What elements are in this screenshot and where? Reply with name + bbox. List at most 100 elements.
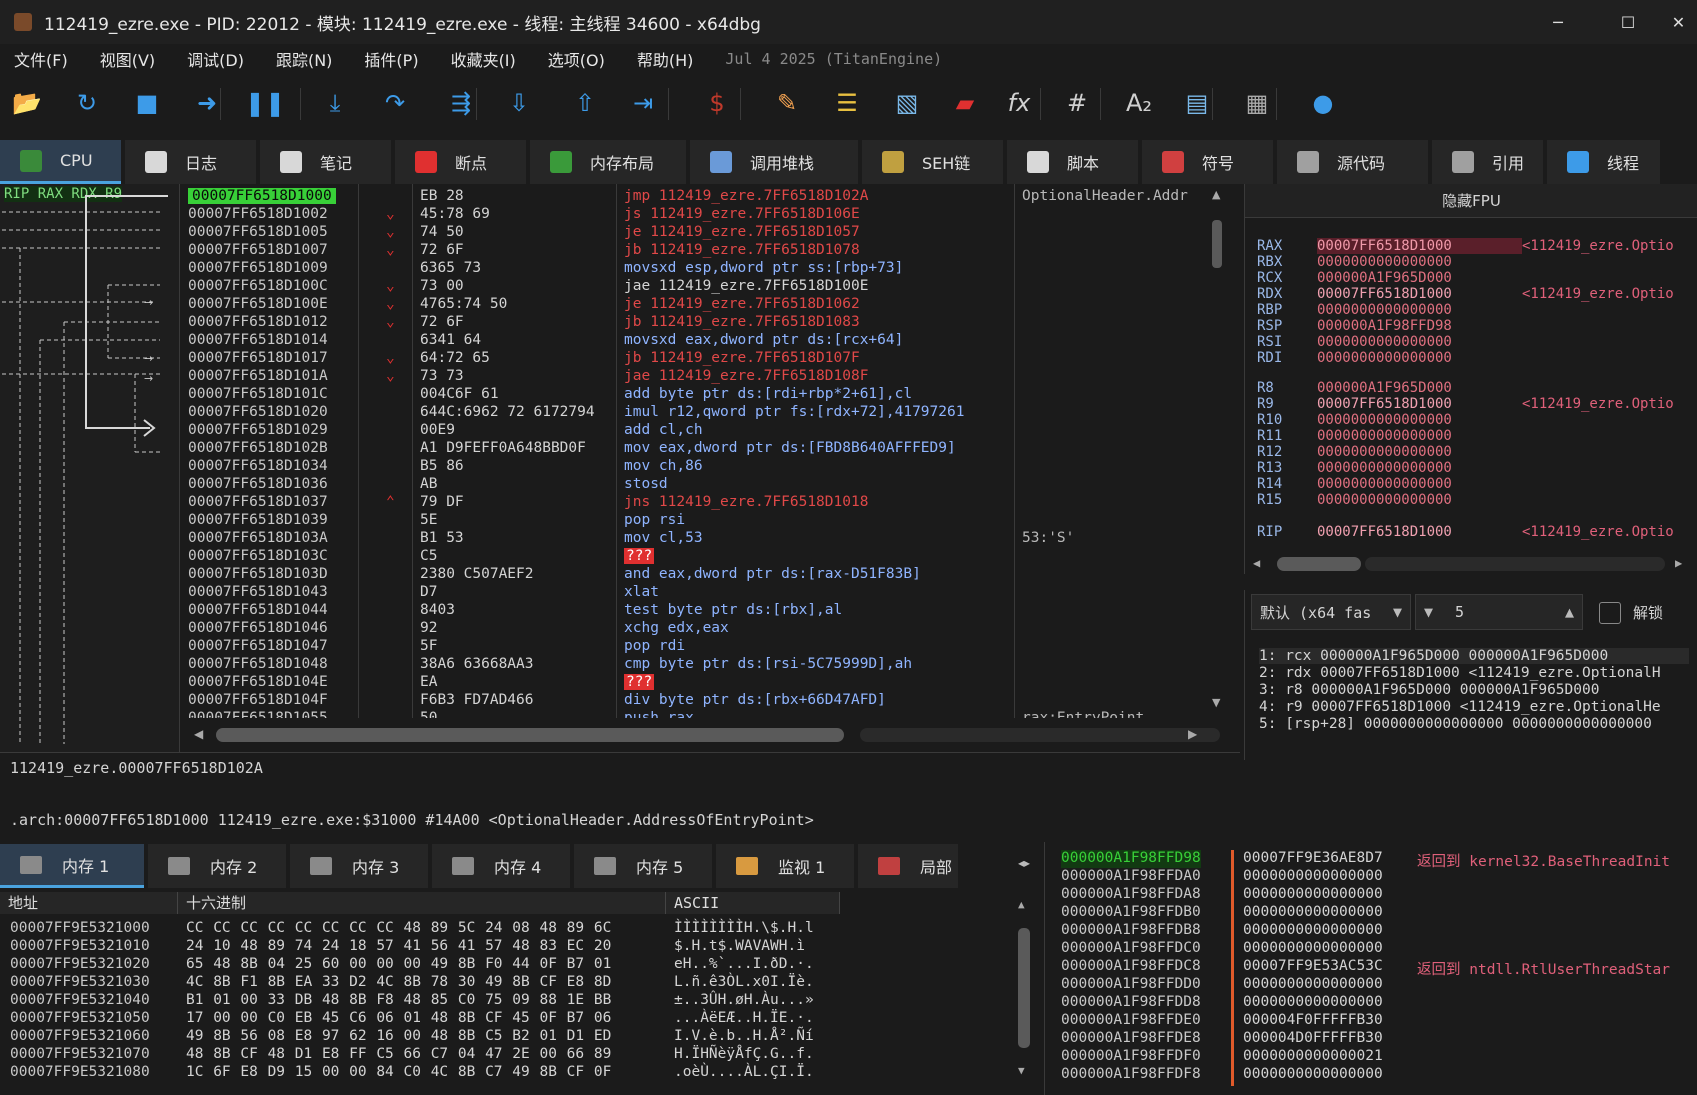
menu-item-2[interactable]: 调试(D) xyxy=(187,47,244,71)
pause-icon[interactable]: ❚❚ xyxy=(245,86,285,120)
stack-value[interactable]: 0000000000000000 xyxy=(1243,904,1383,922)
tab-script[interactable]: 脚本 xyxy=(1007,140,1138,184)
tab-seh[interactable]: SEH链 xyxy=(862,140,1003,184)
disasm-row[interactable]: 00007FF6518D1017 ⌄ 64:72 65 jb 112419_ezre.… xyxy=(180,350,1220,368)
disasm-row[interactable]: 00007FF6518D1009 6365 73 movsxd esp,dword … xyxy=(180,260,1220,278)
dump-hex-bytes[interactable]: B1 01 00 33 DB 48 8B F8 48 85 C0 75 09 8… xyxy=(186,992,611,1010)
dump-ascii[interactable]: eH..%`...I.ðD.·. xyxy=(674,956,814,974)
stack-address[interactable]: 000000A1F98FFDB0 xyxy=(1061,904,1201,922)
dump-ascii[interactable]: ±..3ÛH.øH.Àu...» xyxy=(674,992,814,1010)
dump-tab-2[interactable]: 内存 3 xyxy=(290,844,428,888)
disasm-row[interactable]: 00007FF6518D1014 6341 64 movsxd eax,dword … xyxy=(180,332,1220,350)
disasm-row[interactable]: 00007FF6518D104E EA??? xyxy=(180,674,1220,692)
disasm-row[interactable]: 00007FF6518D1029 00E9 add cl,ch xyxy=(180,422,1220,440)
trace-over-icon[interactable]: ⇩ xyxy=(502,86,536,120)
disasm-row[interactable]: 00007FF6518D100E ⌄ 4765:74 50 je 112419_ezr… xyxy=(180,296,1220,314)
calculator-icon[interactable]: ▦ xyxy=(1240,86,1274,120)
register-row-rbx[interactable]: RBX 0000000000000000 xyxy=(1257,254,1522,270)
register-row-rax[interactable]: RAX 00007FF6518D1000 <112419_ezre.Optio xyxy=(1257,238,1674,254)
register-row-rdi[interactable]: RDI 0000000000000000 xyxy=(1257,350,1522,366)
disasm-row[interactable]: 00007FF6518D1002 ⌄ 45:78 69 js 112419_ezre.… xyxy=(180,206,1220,224)
disasm-row[interactable]: 00007FF6518D1043 D7 xlat xyxy=(180,584,1220,602)
dump-address[interactable]: 00007FF9E5321040 xyxy=(10,992,150,1010)
disassembly-view[interactable]: 00007FF6518D1000 EB 28 jmp 112419_ezre.7FF… xyxy=(180,184,1220,718)
stack-value[interactable]: 000004D0FFFFFB30 xyxy=(1243,1030,1383,1048)
register-value[interactable]: 0000000000000000 xyxy=(1317,476,1522,492)
run-to-user-code-icon[interactable]: ⇥ xyxy=(626,86,660,120)
register-row-rcx[interactable]: RCX 000000A1F965D000 xyxy=(1257,270,1522,286)
restart-icon[interactable]: ↻ xyxy=(70,86,104,120)
dump-address[interactable]: 00007FF9E5321000 xyxy=(10,920,150,938)
registers-panel[interactable]: 隐藏FPU RAX 00007FF6518D1000 <112419_ezre.Op… xyxy=(1244,184,1697,574)
stack-address[interactable]: 000000A1F98FFDA0 xyxy=(1061,868,1201,886)
memory-dump-view[interactable]: 地址 十六进制 ASCII 00007FF9E5321000 CC CC CC C… xyxy=(0,890,1040,1095)
dump-ascii[interactable]: .oèÙ....ÀL.ÇI.Ï. xyxy=(674,1064,814,1082)
hide-fpu-button[interactable]: 隐藏FPU xyxy=(1245,184,1697,218)
labels-icon[interactable]: ▧ xyxy=(890,86,924,120)
dump-hex-bytes[interactable]: 4C 8B F1 8B EA 33 D2 4C 8B 78 30 49 8B C… xyxy=(186,974,611,992)
execute-till-return-icon[interactable]: ⇧ xyxy=(568,86,602,120)
call-argument-row[interactable]: 1: rcx 000000A1F965D000 000000A1F965D000 xyxy=(1259,648,1689,664)
disasm-row[interactable]: 00007FF6518D1000 EB 28 jmp 112419_ezre.7FF… xyxy=(180,188,1220,206)
dump-hex-bytes[interactable]: 49 8B 56 08 E8 97 62 16 00 48 8B C5 B2 0… xyxy=(186,1028,611,1046)
dump-address[interactable]: 00007FF9E5321010 xyxy=(10,938,150,956)
stack-value[interactable]: 0000000000000000 xyxy=(1243,1066,1383,1084)
chevron-up-icon[interactable]: ▲ xyxy=(1565,603,1574,621)
stack-value[interactable]: 0000000000000000 xyxy=(1243,868,1383,886)
tab-symbols[interactable]: 符号 xyxy=(1142,140,1273,184)
disasm-row[interactable]: 00007FF6518D1039 5E pop rsi xyxy=(180,512,1220,530)
dump-ascii[interactable]: I.V.è.b..H.Å².Ñí xyxy=(674,1028,814,1046)
disasm-row[interactable]: 00007FF6518D1007 ⌄ 72 6F jb 112419_ezre.7FF… xyxy=(180,242,1220,260)
disasm-row[interactable]: 00007FF6518D101C 004C6F 61 add byte ptr ds… xyxy=(180,386,1220,404)
font-icon[interactable]: A₂ xyxy=(1122,86,1156,120)
calling-convention-select[interactable]: 默认 (x64 fas ▼ xyxy=(1251,594,1411,630)
call-argument-row[interactable]: 4: r9 00007FF6518D1000 <112419_ezre.Opti… xyxy=(1259,699,1661,715)
disasm-row[interactable]: 00007FF6518D1020 644C:6962 72 6172794 imul… xyxy=(180,404,1220,422)
scylla-icon[interactable]: $ xyxy=(700,86,734,120)
dump-address[interactable]: 00007FF9E5321020 xyxy=(10,956,150,974)
comments-icon[interactable]: ☰ xyxy=(830,86,864,120)
trace-into-icon[interactable]: ⇶ xyxy=(444,86,478,120)
register-row-rbp[interactable]: RBP 0000000000000000 xyxy=(1257,302,1522,318)
stack-value[interactable]: 0000000000000000 xyxy=(1243,886,1383,904)
chevron-down-icon[interactable]: ▼ xyxy=(1424,603,1433,621)
run-icon[interactable]: ➜ xyxy=(190,86,224,120)
register-row-r8[interactable]: R8 000000A1F965D000 xyxy=(1257,380,1522,396)
disasm-row[interactable]: 00007FF6518D100C ⌄ 73 00 jae 112419_ezre.7F… xyxy=(180,278,1220,296)
register-value[interactable]: 00007FF6518D1000 xyxy=(1317,524,1522,540)
dump-hex-bytes[interactable]: 17 00 00 C0 EB 45 C6 06 01 48 8B CF 45 0… xyxy=(186,1010,611,1028)
dump-ascii[interactable]: L.ñ.ê3ÒL.x0I.Ïè. xyxy=(674,974,814,992)
register-value[interactable]: 0000000000000000 xyxy=(1317,460,1522,476)
open-icon[interactable]: 📂 xyxy=(10,86,44,120)
register-row-r9[interactable]: R9 00007FF6518D1000 <112419_ezre.Optio xyxy=(1257,396,1674,412)
dump-address[interactable]: 00007FF9E5321030 xyxy=(10,974,150,992)
close-button[interactable]: ✕ xyxy=(1660,0,1697,44)
disasm-row[interactable]: 00007FF6518D1048 38A6 63668AA3 cmp byte pt… xyxy=(180,656,1220,674)
register-value[interactable]: 0000000000000000 xyxy=(1317,492,1522,508)
register-value[interactable]: 00007FF6518D1000 xyxy=(1317,396,1522,412)
disasm-row[interactable]: 00007FF6518D1036 AB stosd xyxy=(180,476,1220,494)
stack-value[interactable]: 0000000000000021 xyxy=(1243,1048,1383,1066)
step-over-icon[interactable]: ↷ xyxy=(378,86,412,120)
stack-value[interactable]: 000004F0FFFFFB30 xyxy=(1243,1012,1383,1030)
register-row-r11[interactable]: R11 0000000000000000 xyxy=(1257,428,1522,444)
dump-address[interactable]: 00007FF9E5321060 xyxy=(10,1028,150,1046)
register-value[interactable]: 0000000000000000 xyxy=(1317,444,1522,460)
step-into-icon[interactable]: ⤓ xyxy=(318,86,352,120)
disasm-row[interactable]: 00007FF6518D1055 50 push rax rax:EntryPoint xyxy=(180,710,1220,718)
stack-address[interactable]: 000000A1F98FFDE8 xyxy=(1061,1030,1201,1048)
disasm-row[interactable]: 00007FF6518D104F F6B3 FD7AD466 div byte pt… xyxy=(180,692,1220,710)
disasm-row[interactable]: 00007FF6518D1046 92 xchg edx,eax xyxy=(180,620,1220,638)
menu-item-6[interactable]: 选项(O) xyxy=(548,47,605,71)
dump-tab-1[interactable]: 内存 2 xyxy=(148,844,286,888)
globe-icon[interactable]: ● xyxy=(1306,86,1340,120)
register-row-rsi[interactable]: RSI 0000000000000000 xyxy=(1257,334,1522,350)
dump-tab-3[interactable]: 内存 4 xyxy=(432,844,570,888)
stack-address[interactable]: 000000A1F98FFDF0 xyxy=(1061,1048,1201,1066)
minimize-button[interactable]: ─ xyxy=(1530,0,1586,44)
stack-view[interactable]: 000000A1F98FFD98 00007FF9E36AE8D7 返回到 kern… xyxy=(1044,842,1697,1095)
register-value[interactable]: 00007FF6518D1000 xyxy=(1317,286,1522,302)
stack-address[interactable]: 000000A1F98FFDA8 xyxy=(1061,886,1201,904)
dump-hex-bytes[interactable]: 1C 6F E8 D9 15 00 00 84 C0 4C 8B C7 49 8… xyxy=(186,1064,611,1082)
dump-hex-bytes[interactable]: 48 8B CF 48 D1 E8 FF C5 66 C7 04 47 2E 0… xyxy=(186,1046,611,1064)
